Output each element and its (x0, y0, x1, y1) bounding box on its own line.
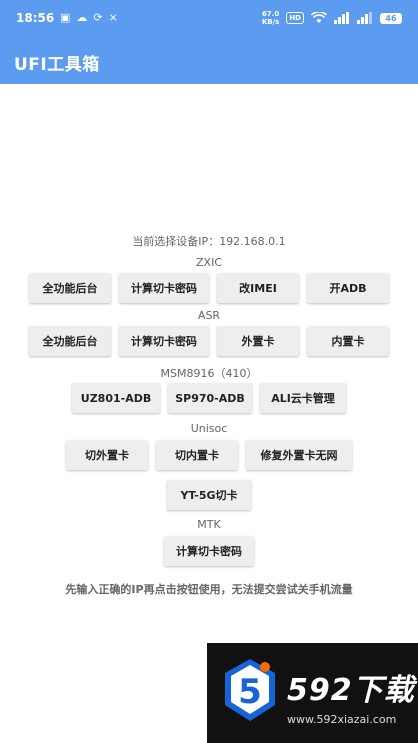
watermark-logo-digit: 5 (238, 672, 262, 712)
speed-unit: KB/s (261, 18, 280, 26)
watermark: 5 592下载 www.592xiazai.com (207, 643, 418, 743)
sp970-adb-button[interactable]: SP970-ADB (168, 383, 252, 413)
notification-icons: ▣ ☁ ⟳ ⨯ (60, 11, 118, 25)
watermark-logo-icon: 5 (225, 659, 275, 721)
zxic-enable-adb-button[interactable]: 开ADB (307, 273, 389, 303)
current-ip-label: 当前选择设备IP：192.168.0.1 (132, 235, 286, 248)
zxic-calc-sim-password-button[interactable]: 计算切卡密码 (119, 273, 209, 303)
watermark-brand: 592下载 (287, 673, 415, 708)
usage-hint: 先输入正确的IP再点击按钮使用，无法提交尝试关手机流量 (65, 583, 353, 596)
zxic-change-imei-button[interactable]: 改IMEI (217, 273, 299, 303)
zxic-button-row: 全功能后台 计算切卡密码 改IMEI 开ADB (0, 273, 418, 303)
switch-external-sim-button[interactable]: 切外置卡 (66, 440, 148, 470)
speed-value: 67.0 (261, 10, 280, 18)
hd-badge: HD (286, 12, 304, 24)
watermark-url: www.592xiazai.com (287, 713, 397, 726)
asr-external-sim-button[interactable]: 外置卡 (217, 326, 299, 356)
signal-icon-2 (357, 12, 372, 24)
app-notification-icon: ▣ (60, 11, 71, 24)
mtk-button-row: 计算切卡密码 (0, 536, 418, 566)
asr-internal-sim-button[interactable]: 内置卡 (307, 326, 389, 356)
asr-calc-sim-password-button[interactable]: 计算切卡密码 (119, 326, 209, 356)
app-screen: 18:56 ▣ ☁ ⟳ ⨯ 67.0 KB/s HD 46 UFI工具箱 当前选… (0, 0, 418, 743)
app-bar: UFI工具箱 (0, 38, 418, 84)
status-bar: 18:56 ▣ ☁ ⟳ ⨯ 67.0 KB/s HD 46 (0, 0, 418, 38)
section-heading-unisoc: Unisoc (190, 422, 228, 435)
unisoc-button-row-1: 切外置卡 切内置卡 修复外置卡无网 (0, 440, 418, 470)
ali-cloud-sim-button[interactable]: ALI云卡管理 (260, 383, 346, 413)
section-heading-asr: ASR (197, 309, 221, 322)
cloud-icon: ☁ (76, 11, 88, 24)
signal-icon-1 (334, 12, 349, 24)
zxic-full-backend-button[interactable]: 全功能后台 (29, 273, 111, 303)
system-icons: 67.0 KB/s HD 46 (262, 10, 402, 26)
wifi-icon (311, 12, 327, 23)
battery-icon: 46 (380, 12, 402, 24)
network-speed: 67.0 KB/s (262, 10, 279, 26)
usb-icon: ⨯ (108, 11, 118, 24)
section-heading-mtk: MTK (197, 518, 221, 531)
section-heading-msm8916: MSM8916（410） (160, 367, 258, 380)
app-title: UFI工具箱 (14, 55, 100, 75)
unisoc-button-row-2: YT-5G切卡 (0, 480, 418, 510)
status-time: 18:56 (16, 11, 55, 25)
sync-icon: ⟳ (93, 11, 103, 24)
section-heading-zxic: ZXIC (196, 256, 222, 269)
mtk-calc-sim-password-button[interactable]: 计算切卡密码 (164, 536, 254, 566)
fix-external-sim-network-button[interactable]: 修复外置卡无网 (246, 440, 352, 470)
uz801-adb-button[interactable]: UZ801-ADB (72, 383, 160, 413)
yt-5g-switch-sim-button[interactable]: YT-5G切卡 (167, 480, 251, 510)
switch-internal-sim-button[interactable]: 切内置卡 (156, 440, 238, 470)
msm-button-row: UZ801-ADB SP970-ADB ALI云卡管理 (0, 383, 418, 413)
asr-button-row: 全功能后台 计算切卡密码 外置卡 内置卡 (0, 326, 418, 356)
asr-full-backend-button[interactable]: 全功能后台 (29, 326, 111, 356)
